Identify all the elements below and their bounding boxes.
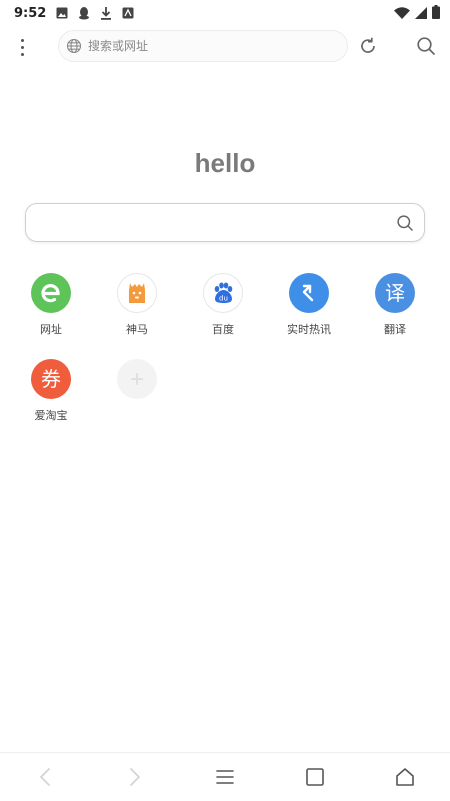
shortcut-shenma[interactable]: 神马 [102,273,172,337]
battery-icon [432,4,440,23]
tabs-icon[interactable] [295,757,335,797]
app-notification-icon [121,7,134,20]
status-bar: 9:52 [0,0,450,26]
translate-icon: 译 [375,273,415,313]
add-shortcut-icon [117,359,157,399]
arrow-pointer-icon [289,273,329,313]
svg-text:du: du [219,295,228,303]
status-time: 9:52 [14,5,47,21]
shortcut-label: 翻译 [384,323,406,336]
baidu-paw-icon: du [203,273,243,313]
status-right [394,4,440,23]
wifi-icon [394,4,410,23]
add-shortcut-button[interactable] [102,359,172,399]
shortcut-translate[interactable]: 译 翻译 [360,273,430,337]
home-icon[interactable] [385,757,425,797]
globe-icon [66,38,82,54]
shortcut-baidu[interactable]: du 百度 [188,273,258,337]
shortcut-label: 网址 [40,323,62,336]
signal-icon [415,4,427,23]
shenma-alpaca-icon [117,273,157,313]
shortcut-aitaobao[interactable]: 券 爱淘宝 [16,359,86,423]
browser-toolbar [0,26,450,68]
search-icon[interactable] [414,34,438,58]
coupon-icon: 券 [31,359,71,399]
qq-penguin-icon [77,6,90,20]
refresh-icon[interactable] [356,34,380,58]
image-icon [55,7,68,20]
download-icon [99,6,112,20]
home-search-input[interactable] [38,212,392,234]
greeting-title: hello [194,148,256,178]
bottom-nav [0,752,450,801]
search-icon[interactable] [396,214,414,232]
back-icon[interactable] [25,757,65,797]
menu-icon[interactable] [205,757,245,797]
shortcut-label: 神马 [126,323,148,336]
shortcut-label: 爱淘宝 [34,409,68,422]
shortcut-wangzhi[interactable]: 网址 [16,273,86,337]
forward-icon[interactable] [115,757,155,797]
shortcut-realtime-news[interactable]: 实时热讯 [274,273,344,337]
url-bar[interactable] [58,30,348,62]
url-input[interactable] [88,39,328,53]
e-browser-icon [31,273,71,313]
shortcut-label: 实时热讯 [287,323,331,336]
home-search-box[interactable] [25,203,425,242]
menu-dots-icon[interactable] [14,34,30,60]
shortcut-label: 百度 [212,323,234,336]
status-left: 9:52 [14,6,134,21]
